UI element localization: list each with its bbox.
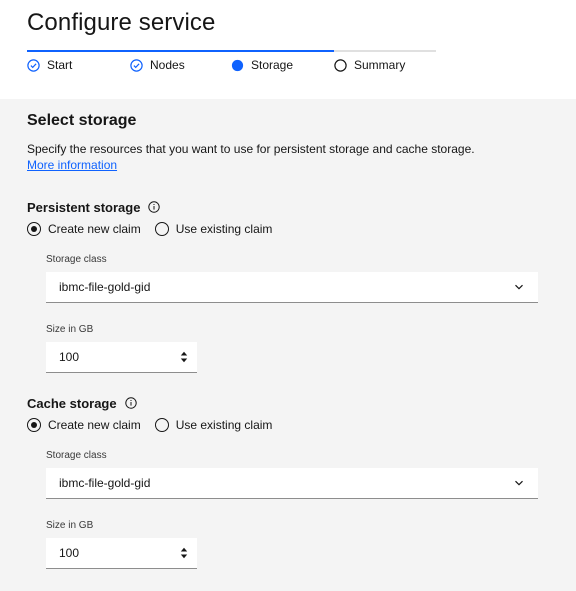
size-label: Size in GB xyxy=(46,324,94,335)
persistent-storage-group: Persistent storage Create new claim Use … xyxy=(27,199,547,373)
select-value: ibmc-file-gold-gid xyxy=(59,476,151,490)
progress-indicator: Start Nodes Storage Summary xyxy=(27,50,436,80)
progress-step-storage[interactable]: Storage xyxy=(231,58,293,72)
information-icon[interactable] xyxy=(148,201,161,213)
checkmark-outline-icon xyxy=(130,58,143,72)
storage-class-label: Storage class xyxy=(46,450,107,461)
spinner-arrows-icon[interactable] xyxy=(180,546,188,560)
main-content: Select storage Specify the resources tha… xyxy=(0,99,576,591)
page-title: Configure service xyxy=(27,9,216,36)
current-step-icon xyxy=(231,59,244,72)
cache-create-new-claim-radio[interactable]: Create new claim xyxy=(27,417,141,432)
more-information-link[interactable]: More information xyxy=(27,158,117,172)
radio-selected-icon xyxy=(27,221,41,236)
number-value: 100 xyxy=(59,546,80,560)
radio-label: Use existing claim xyxy=(175,221,273,236)
persistent-create-new-claim-radio[interactable]: Create new claim xyxy=(27,221,141,236)
progress-step-label: Summary xyxy=(354,58,406,72)
radio-label: Create new claim xyxy=(48,417,141,432)
cache-storage-class-select[interactable]: ibmc-file-gold-gid xyxy=(46,468,538,499)
section-description: Specify the resources that you want to u… xyxy=(27,141,497,173)
radio-label: Create new claim xyxy=(48,221,141,236)
cache-claim-radio-group: Create new claim Use existing claim xyxy=(27,416,547,433)
radio-selected-icon xyxy=(27,417,41,432)
select-value: ibmc-file-gold-gid xyxy=(59,280,151,294)
spinner-arrows-icon[interactable] xyxy=(180,350,188,364)
progress-step-label: Nodes xyxy=(150,58,185,72)
number-value: 100 xyxy=(59,350,80,364)
information-icon[interactable] xyxy=(124,397,137,409)
progress-step-summary[interactable]: Summary xyxy=(334,58,405,72)
persistent-size-number-input[interactable]: 100 xyxy=(46,342,197,373)
progress-step-label: Storage xyxy=(251,58,294,72)
radio-unselected-icon xyxy=(154,417,169,432)
description-text: Specify the resources that you want to u… xyxy=(27,142,475,156)
cache-storage-title: Cache storage xyxy=(27,395,547,411)
progress-step-start[interactable]: Start xyxy=(27,58,72,72)
persistent-claim-radio-group: Create new claim Use existing claim xyxy=(27,220,547,237)
incomplete-step-icon xyxy=(334,58,347,72)
persistent-storage-title-text: Persistent storage xyxy=(27,199,141,215)
progress-step-label: Start xyxy=(47,58,73,72)
header: Configure service Start Nodes Storage Su… xyxy=(0,0,576,99)
cache-size-number-input[interactable]: 100 xyxy=(46,538,197,569)
persistent-storage-title: Persistent storage xyxy=(27,199,547,215)
radio-unselected-icon xyxy=(154,221,169,236)
checkmark-outline-icon xyxy=(27,58,40,72)
cache-use-existing-claim-radio[interactable]: Use existing claim xyxy=(154,417,273,432)
progress-step-nodes[interactable]: Nodes xyxy=(130,58,185,72)
size-label: Size in GB xyxy=(46,520,94,531)
radio-label: Use existing claim xyxy=(175,417,273,432)
progress-track-fill xyxy=(27,50,334,52)
chevron-down-icon xyxy=(514,478,524,488)
chevron-down-icon xyxy=(514,282,524,292)
cache-storage-group: Cache storage Create new claim Use exist… xyxy=(27,395,547,569)
section-title: Select storage xyxy=(27,112,137,129)
persistent-use-existing-claim-radio[interactable]: Use existing claim xyxy=(154,221,273,236)
cache-storage-title-text: Cache storage xyxy=(27,395,117,411)
storage-class-label: Storage class xyxy=(46,254,107,265)
persistent-storage-class-select[interactable]: ibmc-file-gold-gid xyxy=(46,272,538,303)
